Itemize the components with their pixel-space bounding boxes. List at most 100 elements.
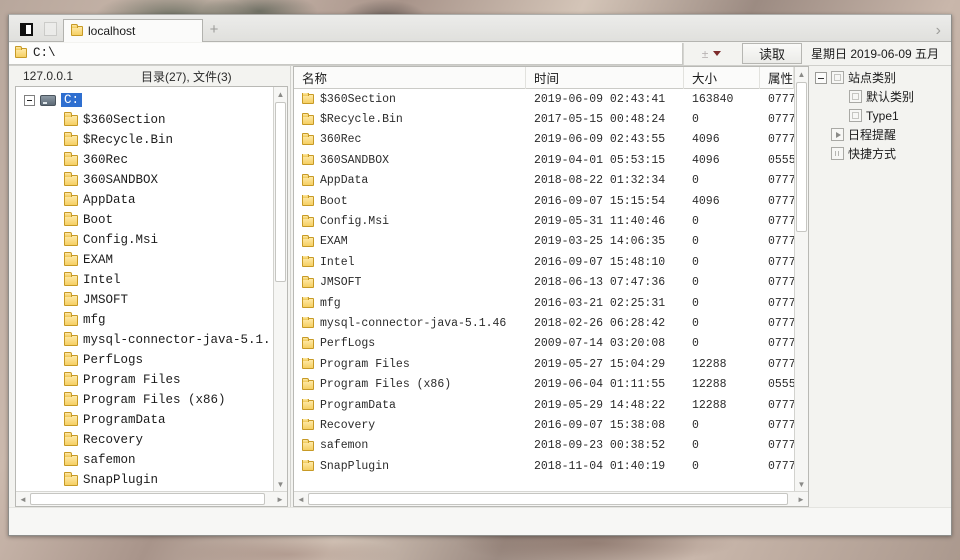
read-button[interactable]: 读取 (742, 43, 802, 64)
file-name-label: Config.Msi (320, 215, 390, 229)
tree-node-folder[interactable]: Program Files (16, 370, 273, 390)
table-row[interactable]: Intel 2016-09-07 15:48:10 0 0777 (294, 252, 794, 272)
tree-node-folder[interactable]: Config.Msi (16, 230, 273, 250)
tree-node-folder[interactable]: $360Section (16, 110, 273, 130)
table-row[interactable]: AppData 2018-08-22 01:32:34 0 0777 (294, 171, 794, 191)
table-row[interactable]: JMSOFT 2018-06-13 07:47:36 0 0777 (294, 273, 794, 293)
category-tree-node[interactable]: 日程提醒 (811, 125, 949, 144)
tree-node-label: Boot (83, 213, 114, 227)
category-tree-node[interactable]: 站点类别 (811, 68, 949, 87)
category-tree-node[interactable]: Type1 (811, 106, 949, 125)
cell-size: 163840 (692, 92, 734, 106)
table-row[interactable]: Program Files (x86) 2019-06-04 01:11:55 12… (294, 374, 794, 394)
new-tab-button[interactable]: + (203, 18, 225, 40)
tree-node-folder[interactable]: mysql-connector-java-5.1. (16, 330, 273, 350)
tree-node-root[interactable]: C: (16, 90, 273, 110)
tree-node-folder[interactable]: Recovery (16, 430, 273, 450)
scrollbar-thumb[interactable] (275, 102, 286, 282)
play-icon (831, 128, 844, 141)
tree-node-folder[interactable]: AppData (16, 190, 273, 210)
file-list-horizontal-scrollbar[interactable]: ◄ ► (294, 491, 808, 506)
tab-overflow-chevron-icon[interactable]: › (936, 23, 941, 39)
tree-node-folder[interactable]: mfg (16, 310, 273, 330)
file-name-label: EXAM (320, 235, 348, 249)
tree-node-folder[interactable]: safemon (16, 450, 273, 470)
folder-icon (64, 211, 78, 226)
tree-node-folder[interactable]: ProgramData (16, 410, 273, 430)
table-row[interactable]: $360Section 2019-06-09 02:43:41 163840 0777 (294, 89, 794, 109)
cell-name: PerfLogs (294, 337, 526, 350)
tree-node-folder[interactable]: JMSOFT (16, 290, 273, 310)
table-row[interactable]: safemon 2018-09-23 00:38:52 0 0777 (294, 436, 794, 456)
table-row[interactable]: EXAM 2019-03-25 14:06:35 0 0777 (294, 232, 794, 252)
tree-node-folder[interactable]: Program Files (x86) (16, 390, 273, 410)
scroll-down-arrow-icon[interactable]: ▼ (795, 477, 808, 491)
tree-node-folder[interactable]: 360SANDBOX (16, 170, 273, 190)
category-node-label: 日程提醒 (848, 128, 897, 142)
scroll-left-arrow-icon[interactable]: ◄ (294, 495, 308, 504)
table-row[interactable]: Config.Msi 2019-05-31 11:40:46 0 0777 (294, 211, 794, 231)
table-row[interactable]: ProgramData 2019-05-29 14:48:22 12288 0777 (294, 395, 794, 415)
minus-box-icon[interactable] (815, 71, 827, 84)
minus-box-icon[interactable] (24, 94, 35, 106)
ghost-panel-icon[interactable] (39, 19, 61, 39)
column-header-attr[interactable]: 属性 (760, 66, 794, 89)
scroll-left-arrow-icon[interactable]: ◄ (16, 495, 30, 504)
tree-node-folder[interactable]: EXAM (16, 250, 273, 270)
scrollbar-thumb[interactable] (30, 493, 265, 505)
scroll-up-arrow-icon[interactable]: ▲ (795, 67, 808, 81)
scroll-up-arrow-icon[interactable]: ▲ (274, 87, 287, 101)
cell-attr: 0777 (768, 357, 794, 371)
table-row[interactable]: PerfLogs 2009-07-14 03:20:08 0 0777 (294, 334, 794, 354)
folder-icon (64, 291, 78, 306)
file-name-label: AppData (320, 174, 369, 188)
tree-node-folder[interactable]: SnapPlugin (16, 470, 273, 490)
path-input[interactable]: C:\ (9, 42, 683, 65)
hscroll-track[interactable] (30, 493, 273, 505)
table-row[interactable]: Recovery 2016-09-07 15:38:08 0 0777 (294, 415, 794, 435)
category-tree-node[interactable]: 快捷方式 (811, 144, 949, 163)
cell-attr: 0777 (768, 92, 794, 106)
table-row[interactable]: SnapPlugin 2018-11-04 01:40:19 0 0777 (294, 456, 794, 476)
table-row[interactable]: 360SANDBOX 2019-04-01 05:53:15 4096 0555 (294, 150, 794, 170)
table-row[interactable]: Boot 2016-09-07 15:15:54 4096 0777 (294, 191, 794, 211)
table-row[interactable]: mfg 2016-03-21 02:25:31 0 0777 (294, 293, 794, 313)
scrollbar-thumb[interactable] (796, 82, 807, 232)
cell-attr: 0777 (768, 316, 794, 330)
table-row[interactable]: 360Rec 2019-06-09 02:43:55 4096 0777 (294, 130, 794, 150)
file-name-label: $Recycle.Bin (320, 113, 403, 127)
table-row[interactable]: Program Files 2019-05-27 15:04:29 12288 077… (294, 354, 794, 374)
scrollbar-thumb[interactable] (308, 493, 788, 505)
tree-node-folder[interactable]: Boot (16, 210, 273, 230)
category-node-label: 默认类别 (866, 90, 915, 104)
scroll-right-arrow-icon[interactable]: ► (273, 495, 287, 504)
category-tree-node[interactable]: 默认类别 (811, 87, 949, 106)
table-row[interactable]: $Recycle.Bin 2017-05-15 00:48:24 0 0777 (294, 109, 794, 129)
column-header-name[interactable]: 名称 (294, 66, 526, 89)
file-list-vertical-scrollbar[interactable]: ▲ ▼ (794, 67, 808, 491)
tree-node-folder[interactable]: 360Rec (16, 150, 273, 170)
tree-node-folder[interactable]: Support (16, 490, 273, 491)
tree-node-label: SnapPlugin (83, 473, 159, 487)
folder-icon (302, 153, 314, 166)
tree-node-folder[interactable]: Intel (16, 270, 273, 290)
panel-layout-icon[interactable] (15, 19, 37, 39)
folder-icon (64, 431, 78, 446)
tree-node-folder[interactable]: $Recycle.Bin (16, 130, 273, 150)
cell-time: 2016-09-07 15:15:54 (534, 194, 666, 208)
tree-vertical-scrollbar[interactable]: ▲ ▼ (273, 87, 287, 491)
encoding-selector[interactable]: ± (683, 42, 739, 65)
tree-scroll-area: C: $360Section $Recycle.Bin 360Rec 360SANDB… (16, 87, 273, 491)
column-header-time[interactable]: 时间 (526, 66, 684, 89)
scroll-down-arrow-icon[interactable]: ▼ (274, 477, 287, 491)
column-header-size[interactable]: 大小 (684, 66, 760, 89)
table-row[interactable]: mysql-connector-java-5.1.46 2018-02-26 06… (294, 313, 794, 333)
date-label: 星期日 2019-06-09 五月 (811, 47, 940, 61)
cell-size: 0 (692, 215, 699, 229)
scroll-right-arrow-icon[interactable]: ► (794, 495, 808, 504)
hscroll-track[interactable] (308, 493, 794, 505)
tab-localhost[interactable]: localhost (63, 19, 203, 42)
tree-node-folder[interactable]: PerfLogs (16, 350, 273, 370)
tree-horizontal-scrollbar[interactable]: ◄ ► (16, 491, 287, 506)
cell-name: ProgramData (294, 398, 526, 412)
